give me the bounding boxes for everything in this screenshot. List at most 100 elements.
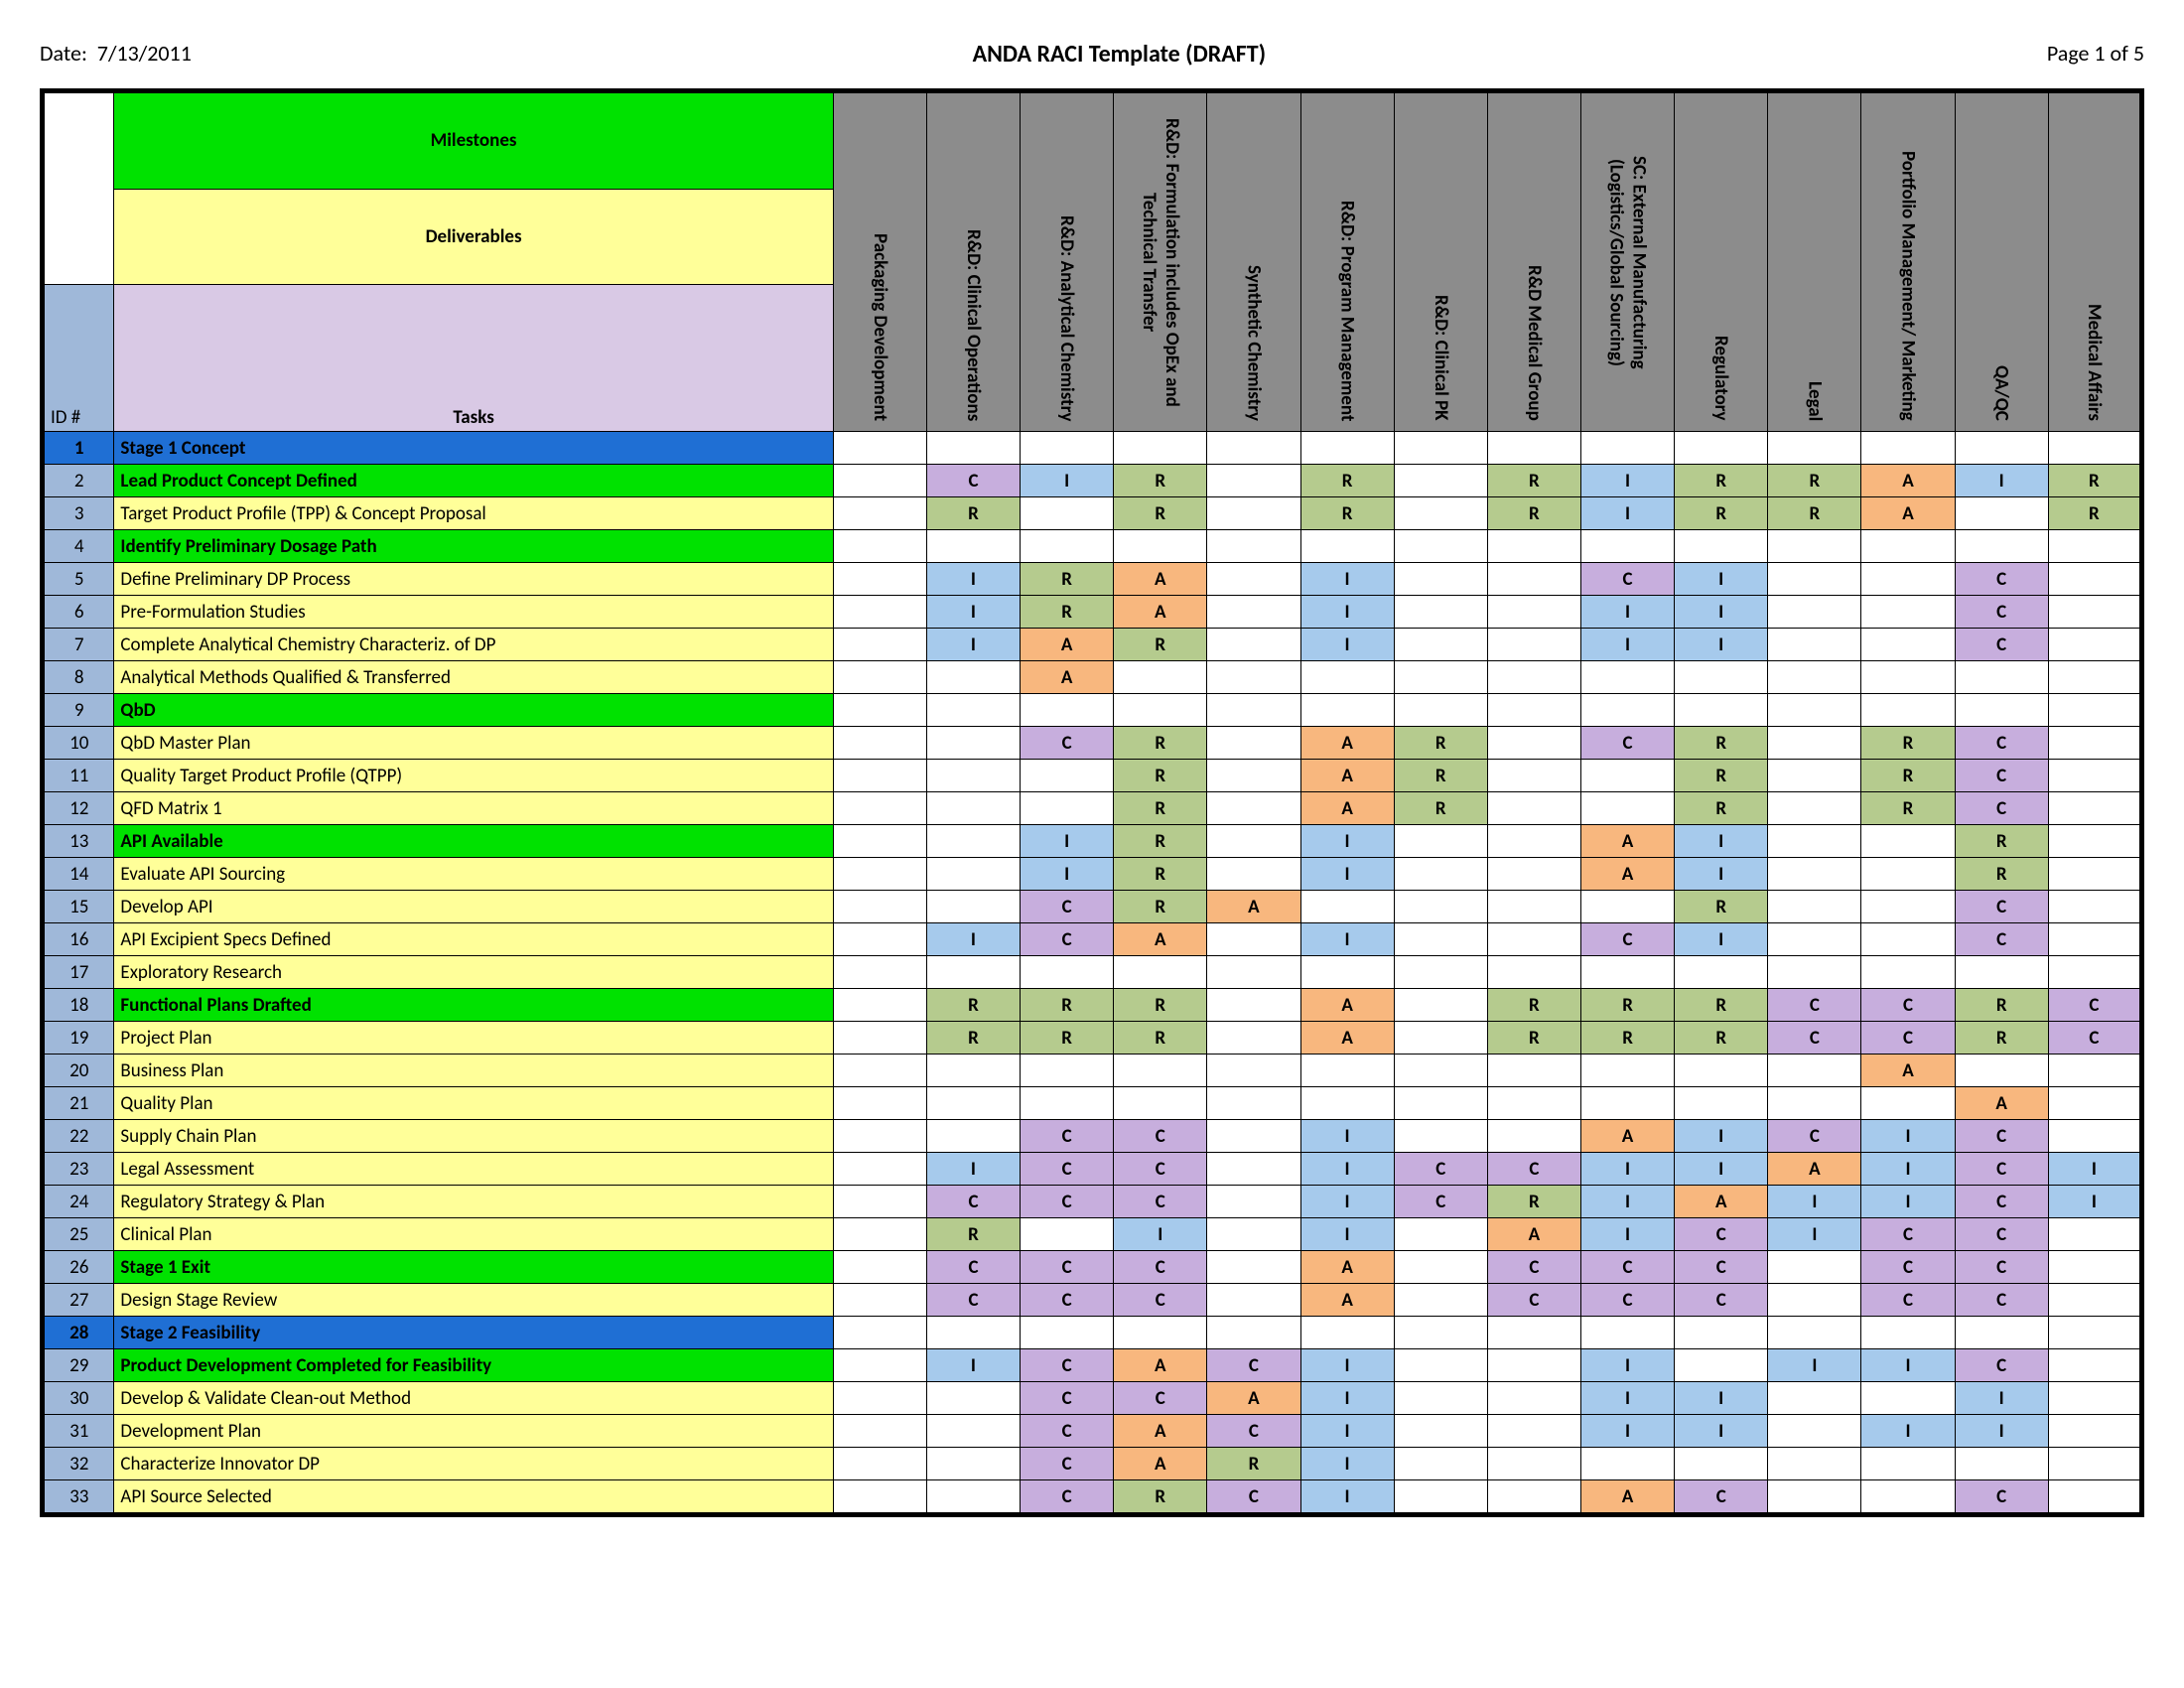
raci-cell [1861,825,1955,858]
raci-cell: C [1021,1349,1114,1382]
raci-cell [1955,694,2048,727]
raci-cell [1394,956,1487,989]
raci-cell: R [1207,1448,1300,1480]
raci-cell [1955,1448,2048,1480]
raci-cell [2048,563,2141,596]
raci-cell [1207,1317,1300,1349]
raci-cell: C [1394,1153,1487,1186]
raci-cell [1675,1448,1768,1480]
raci-cell: C [1955,596,2048,629]
raci-cell: I [1300,858,1394,891]
raci-cell: I [1768,1218,1861,1251]
raci-cell: I [1675,1153,1768,1186]
raci-cell [926,1120,1020,1153]
raci-cell [1114,1087,1207,1120]
raci-cell [1861,596,1955,629]
table-row: 2Lead Product Concept DefinedCIRRRIRRAIR [43,465,2142,497]
raci-cell: I [1300,1480,1394,1515]
raci-cell [1861,1317,1955,1349]
raci-cell [926,858,1020,891]
raci-cell [2048,1480,2141,1515]
row-task: Characterize Innovator DP [114,1448,833,1480]
raci-cell [2048,661,2141,694]
raci-cell: I [1021,858,1114,891]
role-header: Portfolio Management/ Marketing [1861,91,1955,432]
raci-cell: C [1114,1251,1207,1284]
raci-cell [1487,825,1580,858]
raci-cell [1114,661,1207,694]
raci-cell [1300,1055,1394,1087]
raci-cell [2048,858,2141,891]
raci-cell: R [1394,792,1487,825]
raci-cell: R [1955,1022,2048,1055]
raci-cell [833,792,926,825]
raci-cell: C [1955,923,2048,956]
raci-cell [2048,1317,2141,1349]
raci-cell [926,1448,1020,1480]
raci-cell: R [1675,792,1768,825]
table-row: 33API Source SelectedCRCIACC [43,1480,2142,1515]
raci-cell [1394,629,1487,661]
raci-cell [1768,1480,1861,1515]
raci-cell [1487,1349,1580,1382]
raci-cell [1768,1251,1861,1284]
raci-cell: I [1675,825,1768,858]
raci-cell [833,596,926,629]
raci-cell [1021,694,1114,727]
row-task: Stage 2 Feasibility [114,1317,833,1349]
raci-cell: I [1675,1382,1768,1415]
raci-cell [1021,530,1114,563]
raci-cell [1580,661,1674,694]
raci-cell: R [1675,497,1768,530]
raci-cell [1487,923,1580,956]
raci-cell: I [1300,1218,1394,1251]
raci-cell [926,825,1020,858]
raci-cell [1394,825,1487,858]
raci-cell: A [1114,1448,1207,1480]
row-id: 3 [43,497,114,530]
raci-cell [1768,1284,1861,1317]
raci-cell [1487,1448,1580,1480]
table-row: 1Stage 1 Concept [43,432,2142,465]
raci-cell: I [1300,563,1394,596]
raci-cell [1861,1087,1955,1120]
raci-cell [1580,1055,1674,1087]
row-task: Lead Product Concept Defined [114,465,833,497]
raci-cell: C [1580,1284,1674,1317]
raci-cell: C [1021,1153,1114,1186]
raci-cell: R [1861,760,1955,792]
raci-cell: A [1300,989,1394,1022]
raci-cell [1768,432,1861,465]
raci-cell: C [926,1284,1020,1317]
raci-cell: R [1580,989,1674,1022]
table-row: 15Develop APICRARC [43,891,2142,923]
raci-cell: A [1675,1186,1768,1218]
raci-cell: R [1114,629,1207,661]
row-id: 30 [43,1382,114,1415]
raci-cell: C [1955,1120,2048,1153]
raci-cell [2048,1284,2141,1317]
raci-cell [833,1153,926,1186]
raci-cell: C [926,465,1020,497]
raci-cell [833,661,926,694]
raci-cell [1768,825,1861,858]
raci-cell [1394,1415,1487,1448]
row-id: 27 [43,1284,114,1317]
raci-cell [833,923,926,956]
raci-cell: I [1300,1153,1394,1186]
raci-cell: R [1675,989,1768,1022]
raci-cell [1955,661,2048,694]
raci-cell [1394,923,1487,956]
raci-cell: C [1021,1448,1114,1480]
raci-cell [1114,1317,1207,1349]
raci-cell [1394,858,1487,891]
raci-cell [1861,1480,1955,1515]
raci-cell [1394,1284,1487,1317]
table-row: 5Define Preliminary DP ProcessIRAICIC [43,563,2142,596]
raci-cell [1300,661,1394,694]
page-header: Date: 7/13/2011 ANDA RACI Template (DRAF… [40,40,2144,69]
raci-cell [1768,858,1861,891]
raci-cell [1580,1317,1674,1349]
raci-cell [833,694,926,727]
raci-cell: R [1114,825,1207,858]
